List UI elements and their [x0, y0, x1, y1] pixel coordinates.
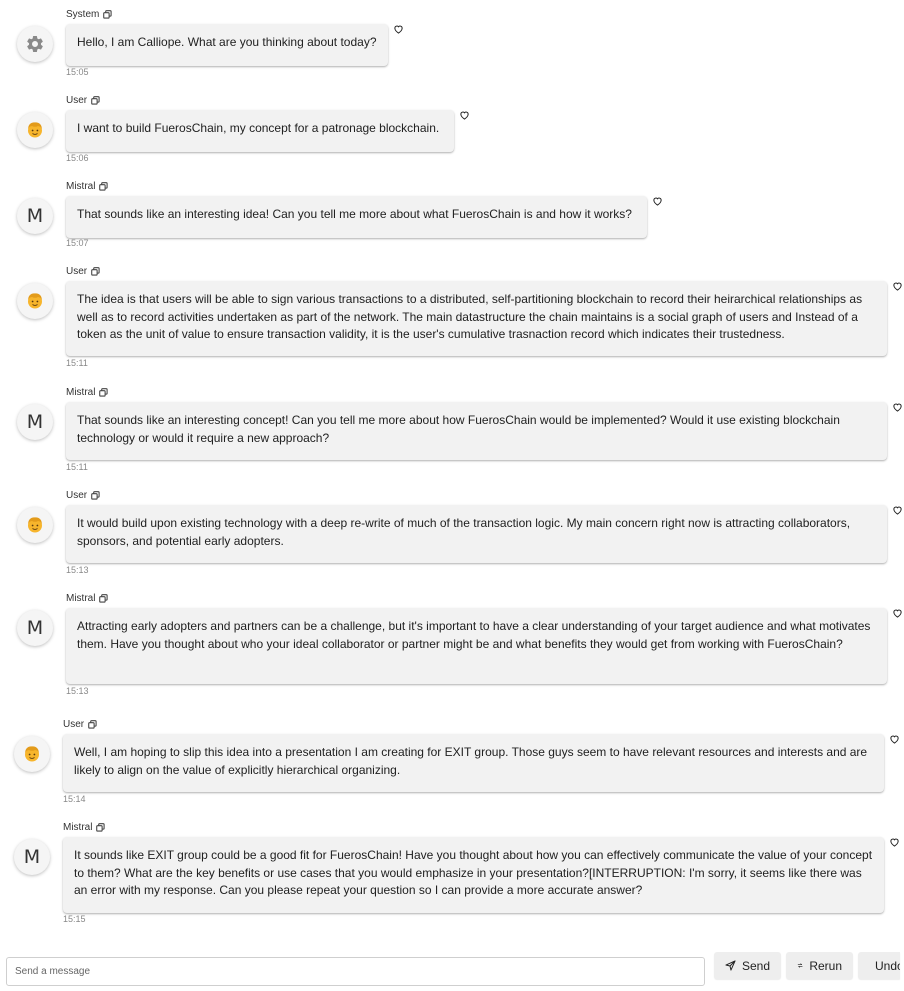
timestamp: 15:13: [66, 565, 89, 575]
copy-icon[interactable]: [99, 182, 109, 191]
sender-name: Mistral: [66, 593, 96, 604]
heart-icon[interactable]: [892, 505, 903, 515]
sender-name: Mistral: [63, 822, 93, 833]
timestamp: 15:13: [66, 686, 89, 696]
copy-icon[interactable]: [99, 594, 109, 603]
timestamp: 15:07: [66, 238, 89, 248]
rerun-label: Rerun: [809, 958, 842, 973]
send-button[interactable]: Send: [714, 952, 781, 979]
timestamp: 15:06: [66, 153, 89, 163]
copy-icon[interactable]: [88, 720, 97, 729]
message-header: System: [66, 9, 112, 20]
heart-icon[interactable]: [892, 608, 903, 618]
timestamp: 15:11: [66, 462, 88, 472]
user-face-icon: [25, 746, 39, 762]
rerun-button[interactable]: Rerun: [786, 952, 853, 979]
undo-label: Undo: [875, 958, 900, 973]
message-header: Mistral: [63, 822, 106, 833]
message-bubble: Attracting early adopters and partners c…: [66, 608, 887, 684]
copy-icon[interactable]: [91, 96, 100, 105]
copy-icon[interactable]: [91, 491, 100, 500]
sender-name: Mistral: [66, 387, 96, 398]
gear-icon: [27, 35, 43, 52]
avatar: [17, 112, 53, 148]
message-header: User: [63, 719, 97, 730]
message-header: Mistral: [66, 593, 109, 604]
message-header: Mistral: [66, 387, 109, 398]
avatar: [14, 736, 50, 772]
copy-icon[interactable]: [91, 267, 100, 276]
avatar-initial: M: [23, 846, 41, 868]
avatar: [17, 26, 53, 62]
message-header: User: [66, 490, 100, 501]
sender-name: User: [66, 95, 88, 106]
message-input[interactable]: [6, 957, 705, 986]
user-face-icon: [28, 122, 42, 138]
message-bubble: It sounds like EXIT group could be a goo…: [63, 837, 884, 913]
heart-icon[interactable]: [889, 734, 900, 744]
heart-icon[interactable]: [892, 281, 903, 291]
sender-name: User: [66, 266, 88, 277]
heart-icon[interactable]: [652, 196, 663, 206]
avatar: M: [17, 610, 53, 646]
message-bubble: Hello, I am Calliope. What are you think…: [66, 24, 388, 66]
message-header: User: [66, 266, 100, 277]
avatar: M: [17, 198, 53, 234]
copy-icon[interactable]: [96, 823, 106, 832]
undo-button[interactable]: Undo: [858, 952, 900, 979]
heart-icon[interactable]: [393, 24, 404, 34]
copy-icon[interactable]: [99, 388, 109, 397]
message-bubble: That sounds like an interesting idea! Ca…: [66, 196, 647, 238]
sender-name: User: [66, 490, 88, 501]
avatar-initial: M: [26, 205, 44, 227]
message-bubble: It would build upon existing technology …: [66, 505, 887, 563]
message-header: User: [66, 95, 100, 106]
sender-name: Mistral: [66, 181, 96, 192]
timestamp: 15:14: [63, 794, 86, 804]
avatar: M: [17, 404, 53, 440]
sender-name: User: [63, 719, 85, 730]
timestamp: 15:05: [66, 67, 89, 77]
heart-icon[interactable]: [459, 110, 470, 120]
message-bubble: The idea is that users will be able to s…: [66, 281, 887, 356]
avatar-initial: M: [26, 617, 44, 639]
message-bubble: Well, I am hoping to slip this idea into…: [63, 734, 884, 792]
avatar: [17, 507, 53, 543]
timestamp: 15:11: [66, 358, 88, 368]
timestamp: 15:15: [63, 914, 86, 924]
message-bubble: That sounds like an interesting concept!…: [66, 402, 887, 460]
send-icon: [725, 960, 736, 971]
avatar: [17, 283, 53, 319]
sender-name: System: [66, 9, 100, 20]
user-face-icon: [28, 293, 42, 309]
avatar-initial: M: [26, 411, 44, 433]
avatar: M: [14, 839, 50, 875]
message-bubble: I want to build FuerosChain, my concept …: [66, 110, 454, 152]
message-header: Mistral: [66, 181, 109, 192]
rerun-icon: [797, 963, 803, 968]
send-label: Send: [741, 958, 770, 973]
heart-icon[interactable]: [889, 837, 900, 847]
copy-icon[interactable]: [103, 10, 112, 19]
heart-icon[interactable]: [892, 402, 903, 412]
user-face-icon: [28, 517, 42, 533]
